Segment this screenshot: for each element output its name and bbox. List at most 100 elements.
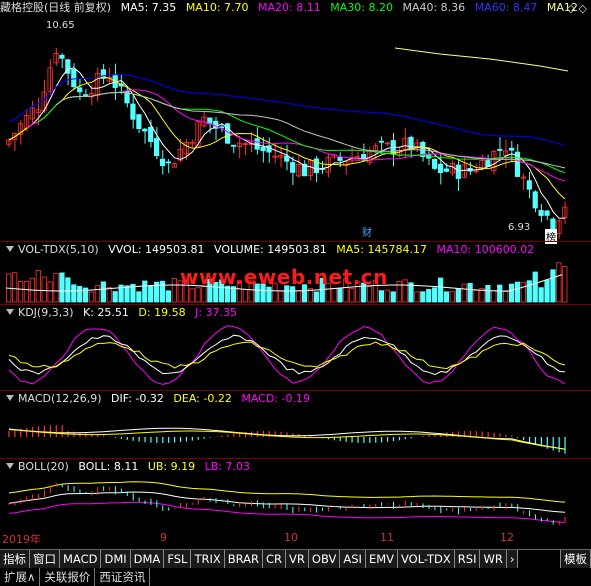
volume-bar — [455, 288, 461, 303]
tab-emv[interactable]: EMV — [365, 550, 398, 568]
volume-bar — [461, 283, 467, 303]
volume-bar — [497, 284, 503, 303]
candle-body — [538, 210, 544, 216]
tab-macd[interactable]: MACD — [60, 550, 102, 568]
related-quotes-tab[interactable]: 关联报价 — [40, 568, 96, 586]
candle-body — [290, 162, 296, 173]
boll-lb-value: LB: 7.03 — [204, 460, 250, 473]
volume-bar — [94, 285, 101, 303]
vol-indicator-name: VOL-TDX(5,10) — [18, 243, 99, 256]
vol-header: VOL-TDX(5,10) VVOL: 149503.81 VOLUME: 14… — [0, 242, 591, 258]
ma120-line — [394, 47, 569, 72]
volume-bar — [242, 289, 248, 303]
volume-bar — [71, 284, 77, 303]
candle-body — [455, 164, 461, 179]
volume-bar — [437, 277, 444, 303]
volume-bar — [189, 288, 195, 303]
candle-body — [254, 138, 260, 150]
macd-indicator-name: MACD(12,26,9) — [18, 392, 102, 405]
tab-template[interactable]: 模板 — [560, 550, 591, 568]
macd-value: MACD: -0.19 — [241, 392, 310, 405]
volume-bar — [443, 291, 450, 303]
volume-bar — [17, 281, 24, 303]
volume-bar — [313, 291, 319, 303]
macd-chart[interactable] — [0, 407, 591, 458]
volume-bar — [544, 279, 550, 303]
vvol-value: VVOL: 149503.81 — [108, 243, 205, 256]
tab-brar[interactable]: BRAR — [224, 550, 264, 568]
volume-bar — [148, 285, 154, 303]
volume-bar — [142, 280, 148, 303]
candle-body — [526, 180, 532, 190]
kdj-d-line — [8, 341, 566, 370]
volume-bar — [467, 283, 473, 303]
date-label: 10 — [284, 531, 298, 544]
ma5-value: MA5: 7.35 — [120, 1, 177, 14]
bottom-bar: 扩展∧ 关联报价 西证资讯 — [0, 568, 591, 586]
volume-bar — [266, 286, 272, 303]
candle-body — [230, 144, 237, 147]
volume-bar — [449, 291, 455, 303]
volume-bar — [23, 281, 30, 303]
volume-bar — [550, 269, 556, 303]
volume-bar — [556, 262, 562, 303]
volume-bar — [390, 291, 396, 303]
kdj-k-line — [8, 334, 566, 376]
candle-body — [159, 158, 166, 167]
tab-cr[interactable]: CR — [263, 550, 287, 568]
boll-upper-line — [8, 481, 566, 503]
kdj-header: KDJ(9,3,3) K: 25.51 D: 19.58 J: 37.35 — [0, 305, 591, 321]
date-label: 12 — [500, 531, 514, 544]
boll-ub-value: UB: 9.19 — [147, 460, 196, 473]
candle-body — [266, 145, 272, 153]
tab-dmi[interactable]: DMI — [101, 550, 131, 568]
volume-bar — [124, 285, 130, 303]
volume-bar — [165, 290, 172, 303]
nav-arrows[interactable]: ◇ ◇ — [567, 2, 587, 15]
volume-bar — [41, 276, 47, 303]
tab-trix[interactable]: TRIX — [191, 550, 225, 568]
price-chart[interactable] — [0, 16, 591, 241]
volume-bar — [159, 280, 166, 303]
ma20-value: MA20: 8.11 — [258, 1, 321, 14]
tab-dma[interactable]: DMA — [130, 550, 165, 568]
volume-bar — [503, 291, 509, 303]
macd-header: MACD(12,26,9) DIF: -0.32 DEA: -0.22 MACD… — [0, 391, 591, 407]
tab-window[interactable]: 窗口 — [30, 550, 60, 568]
tab-fsl[interactable]: FSL — [164, 550, 192, 568]
tab-wr[interactable]: WR — [480, 550, 507, 568]
candle-body — [77, 87, 83, 93]
tab-more-arrow[interactable]: › — [506, 550, 519, 568]
expand-button[interactable]: 扩展∧ — [0, 568, 41, 586]
candle-body — [148, 126, 154, 142]
volume-bar — [77, 286, 83, 303]
volume-bar — [106, 287, 112, 303]
volume-bar — [491, 290, 497, 303]
date-label: 11 — [380, 531, 394, 544]
volume-bar — [378, 290, 385, 303]
tab-asi[interactable]: ASI — [340, 550, 366, 568]
tab-vol-tdx[interactable]: VOL-TDX — [398, 550, 455, 568]
candle-body — [59, 54, 65, 59]
volume-bar — [47, 281, 53, 303]
tab-obv[interactable]: OBV — [308, 550, 341, 568]
kdj-chart[interactable] — [0, 321, 591, 390]
tab-rsi[interactable]: RSI — [454, 550, 481, 568]
candle-body — [437, 163, 444, 174]
tab-vr[interactable]: VR — [286, 550, 309, 568]
kdj-indicator-name: KDJ(9,3,3) — [18, 306, 74, 319]
candle-body — [165, 161, 172, 164]
finance-marker[interactable]: 财 — [362, 224, 372, 239]
volume-bar — [508, 283, 515, 303]
boll-indicator-name: BOLL(20) — [18, 460, 69, 473]
boll-chart[interactable] — [0, 475, 591, 531]
tab-indicator[interactable]: 指标 — [0, 550, 30, 568]
volume-bar — [520, 281, 526, 303]
kdj-j-line — [8, 325, 566, 385]
southwest-news-tab[interactable]: 西证资讯 — [95, 568, 151, 586]
volume-bar — [538, 287, 544, 303]
candle-body — [432, 158, 438, 169]
volume-bar — [485, 284, 491, 303]
ma10-value: MA10: 7.70 — [185, 1, 249, 14]
candle-body — [497, 149, 503, 151]
